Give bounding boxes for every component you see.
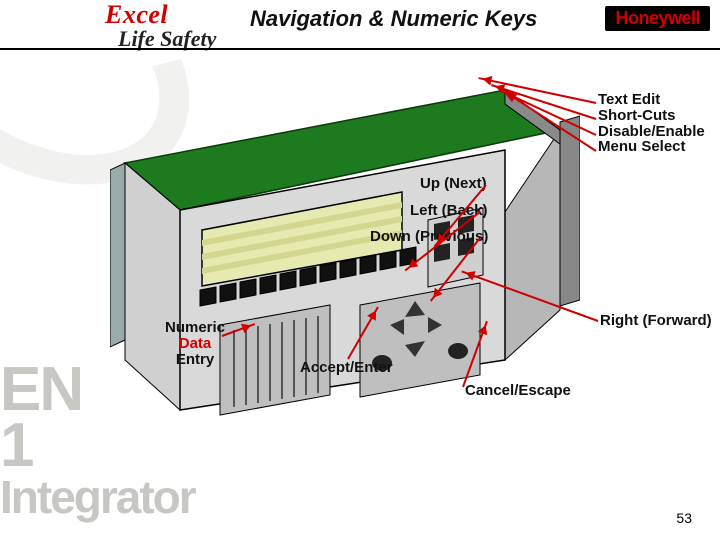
annotation-text-edit-block: Text Edit Short-Cuts Disable/Enable Menu… <box>598 92 718 155</box>
page-title: Navigation & Numeric Keys <box>250 6 537 32</box>
annotation-numeric-line: Numeric <box>160 320 230 336</box>
honeywell-logo: Honeywell <box>605 6 710 31</box>
page-number: 53 <box>676 510 692 526</box>
annotation-right: Right (Forward) <box>600 312 712 329</box>
bg-text-line3: Integrator <box>0 474 195 520</box>
device-illustration <box>110 80 580 430</box>
annotation-down: Down (Previous) <box>370 228 488 245</box>
annotation-cancel: Cancel/Escape <box>465 382 571 399</box>
annotation-up: Up (Next) <box>420 175 487 192</box>
header: Excel Life Safety Navigation & Numeric K… <box>0 0 720 42</box>
annotation-numeric: NumericDataEntry <box>160 320 230 367</box>
annotation-text-edit-text: Text Edit Short-Cuts Disable/Enable Menu… <box>598 91 705 155</box>
annotation-numeric-line: Entry <box>160 352 230 368</box>
header-rule <box>0 48 720 50</box>
annotation-numeric-line: Data <box>160 336 230 352</box>
annotation-accept: Accept/Enter <box>300 359 393 376</box>
